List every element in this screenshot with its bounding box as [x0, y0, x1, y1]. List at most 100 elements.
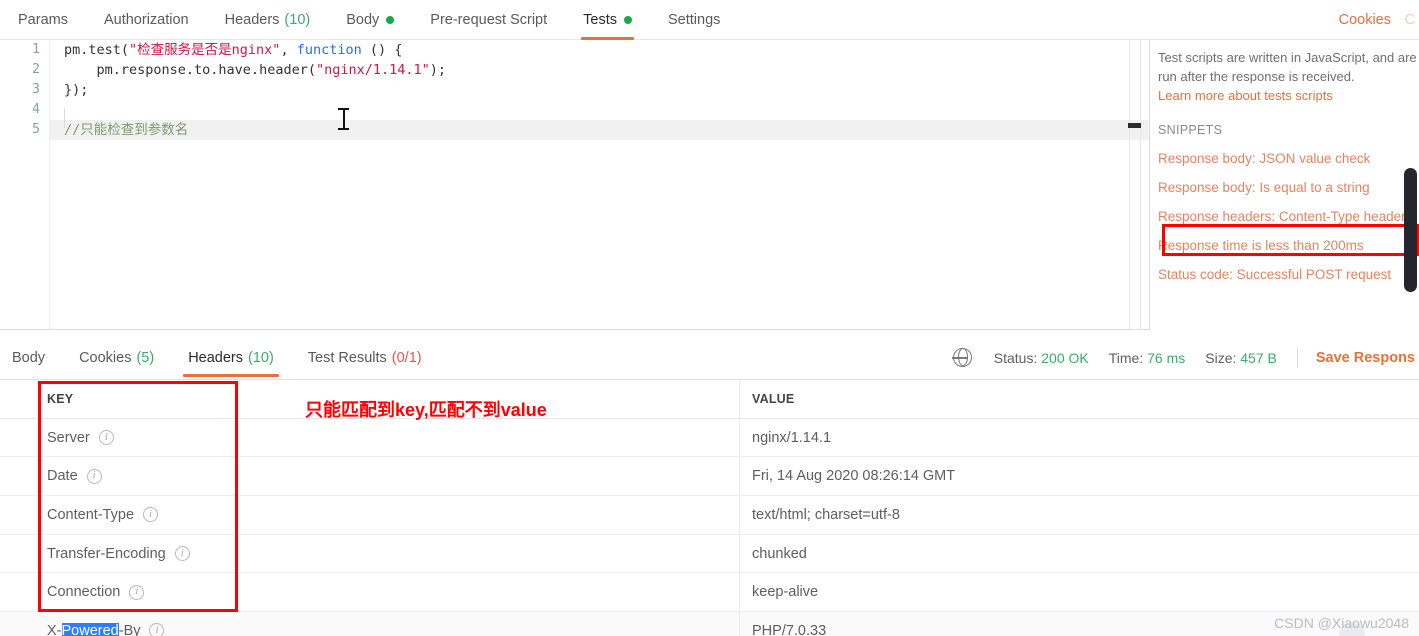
column-header-key: KEY — [47, 391, 74, 406]
code-token: }); — [64, 82, 89, 98]
code-token-string: "检查服务是否是nginx" — [129, 42, 281, 58]
row-key-cell: X-Powered-By i — [0, 612, 740, 636]
response-meta: Status: 200 OK Time: 76 ms Size: 457 B S… — [952, 335, 1419, 380]
snippet-response-body-json-value-check[interactable]: Response body: JSON value check — [1158, 151, 1419, 166]
header-value: chunked — [752, 545, 807, 562]
response-headers-table: KEY VALUE Server i nginx/1.14.1 Date i F… — [0, 380, 1419, 636]
globe-icon[interactable] — [952, 347, 972, 367]
code-token-comment: //只能检查到参数名 — [64, 122, 189, 138]
info-icon[interactable]: i — [143, 507, 159, 523]
tab-body[interactable]: Body — [328, 0, 412, 40]
postman-window: Params Authorization Headers (10) Body P… — [0, 0, 1419, 636]
row-key-cell: Connection i — [0, 573, 740, 612]
red-annotation-text: 只能匹配到key,匹配不到value — [305, 400, 547, 420]
code-token: pm.test( — [64, 42, 130, 58]
response-tabs: Body Cookies (5) Headers (10) Test Resul… — [0, 335, 439, 380]
line-number: 1 — [32, 42, 40, 57]
info-icon[interactable]: i — [149, 623, 165, 636]
code-token: pm.response.to.have.header( — [64, 62, 316, 78]
code-token: ); — [429, 62, 447, 78]
tab-headers[interactable]: Headers (10) — [207, 0, 329, 40]
tab-params-label: Params — [18, 12, 68, 28]
size-label: Size: — [1205, 349, 1237, 366]
table-row[interactable]: Connection i keep-alive — [0, 573, 1419, 613]
row-value-cell: Fri, 14 Aug 2020 08:26:14 GMT — [740, 457, 1419, 495]
table-row[interactable]: Content-Type i text/html; charset=utf-8 — [0, 496, 1419, 535]
response-tab-headers[interactable]: Headers (10) — [171, 335, 291, 380]
tab-tests-label: Tests — [583, 12, 617, 28]
table-row[interactable]: Date i Fri, 14 Aug 2020 08:26:14 GMT — [0, 457, 1419, 497]
response-tab-body[interactable]: Body — [0, 335, 62, 380]
row-key-cell: Transfer-Encoding i — [0, 534, 740, 573]
code-line-3: }); — [50, 80, 1149, 100]
tab-authorization[interactable]: Authorization — [86, 0, 207, 40]
cookies-link[interactable]: Cookies — [1339, 0, 1391, 40]
code-token-keyword: function — [296, 42, 362, 58]
response-tab-test-results[interactable]: Test Results (0/1) — [291, 335, 439, 380]
tab-settings-label: Settings — [667, 12, 721, 28]
header-key-selected-text: Powered — [61, 622, 119, 636]
header-key: X-Powered-By — [47, 622, 141, 636]
tests-help-panel: Test scripts are written in JavaScript, … — [1158, 48, 1419, 330]
time-value: 76 ms — [1147, 349, 1186, 366]
info-icon[interactable]: i — [86, 468, 102, 484]
cookies-overflow-hint: C — [1404, 12, 1415, 28]
size-value: 457 B — [1240, 349, 1277, 366]
editor-indent-guide — [64, 108, 65, 128]
snippet-response-body-is-equal-to-a-string[interactable]: Response body: Is equal to a string — [1158, 180, 1419, 195]
tab-params[interactable]: Params — [0, 0, 86, 40]
row-value-cell: nginx/1.14.1 — [740, 419, 1419, 457]
row-key-cell: Date i — [0, 457, 740, 496]
page-vertical-scrollbar-thumb[interactable] — [1404, 168, 1417, 292]
tab-authorization-label: Authorization — [103, 12, 189, 28]
header-key-prefix: X- — [47, 622, 62, 636]
header-value: text/html; charset=utf-8 — [752, 506, 900, 523]
snippet-response-headers-content-type-header-check[interactable]: Response headers: Content-Type header c — [1158, 209, 1419, 224]
save-response-button[interactable]: Save Respons — [1316, 350, 1419, 366]
snippet-status-code-successful-post-request[interactable]: Status code: Successful POST request — [1158, 267, 1419, 282]
info-icon[interactable]: i — [174, 546, 190, 562]
info-icon[interactable]: i — [98, 430, 114, 446]
line-number: 5 — [32, 122, 40, 137]
tab-settings[interactable]: Settings — [650, 0, 738, 40]
mouse-ibeam-cursor-icon — [338, 108, 349, 130]
response-tab-cookies[interactable]: Cookies (5) — [62, 335, 171, 380]
learn-more-link[interactable]: Learn more about tests scripts — [1158, 88, 1419, 103]
header-value: keep-alive — [752, 584, 819, 601]
help-description-line-2: run after the response is received. — [1158, 69, 1355, 84]
tab-headers-label: Headers — [224, 12, 280, 28]
code-token: () { — [361, 42, 403, 58]
response-tab-body-label: Body — [12, 349, 46, 366]
help-description-line-1: Test scripts are written in JavaScript, … — [1158, 50, 1417, 65]
tab-tests[interactable]: Tests — [565, 0, 650, 40]
response-tab-headers-label: Headers — [188, 349, 243, 366]
editor-code-area[interactable]: pm.test("检查服务是否是nginx", function () { pm… — [50, 40, 1149, 329]
header-key: Connection — [47, 584, 121, 601]
code-line-2: pm.response.to.have.header("nginx/1.14.1… — [50, 60, 1149, 80]
header-key: Server — [47, 429, 90, 446]
status-value: 200 OK — [1041, 349, 1089, 366]
snippet-response-time-less-than-200ms[interactable]: Response time is less than 200ms — [1158, 238, 1419, 253]
response-active-tab-underline — [183, 374, 279, 377]
line-number: 4 — [32, 102, 40, 117]
header-value: Fri, 14 Aug 2020 08:26:14 GMT — [752, 468, 956, 485]
tab-pre-request-script[interactable]: Pre-request Script — [412, 0, 565, 40]
table-row[interactable]: X-Powered-By i PHP/7.0.33 — [0, 612, 1419, 636]
size-meta: Size: 457 B — [1205, 350, 1277, 366]
code-token-string: "nginx/1.14.1" — [315, 62, 430, 78]
code-line-5: //只能检查到参数名 — [50, 120, 1149, 140]
table-row[interactable]: Server i nginx/1.14.1 — [0, 418, 1419, 458]
header-key-suffix: -By — [118, 622, 141, 636]
line-number: 3 — [32, 82, 40, 97]
editor-vertical-scrollbar-track[interactable] — [1129, 40, 1141, 329]
status-label: Status: — [993, 349, 1038, 366]
row-key-cell: Server i — [0, 418, 740, 457]
table-row[interactable]: Transfer-Encoding i chunked — [0, 534, 1419, 574]
editor-vertical-scrollbar-thumb[interactable] — [1128, 123, 1141, 128]
response-tab-headers-count: (10) — [248, 349, 274, 366]
info-icon[interactable]: i — [129, 584, 145, 600]
tests-script-editor[interactable]: 1 2 3 4 5 pm.test("检查服务是否是nginx", functi… — [0, 40, 1150, 330]
response-tab-cookies-label: Cookies — [79, 349, 132, 366]
body-status-dot-icon — [386, 16, 395, 24]
